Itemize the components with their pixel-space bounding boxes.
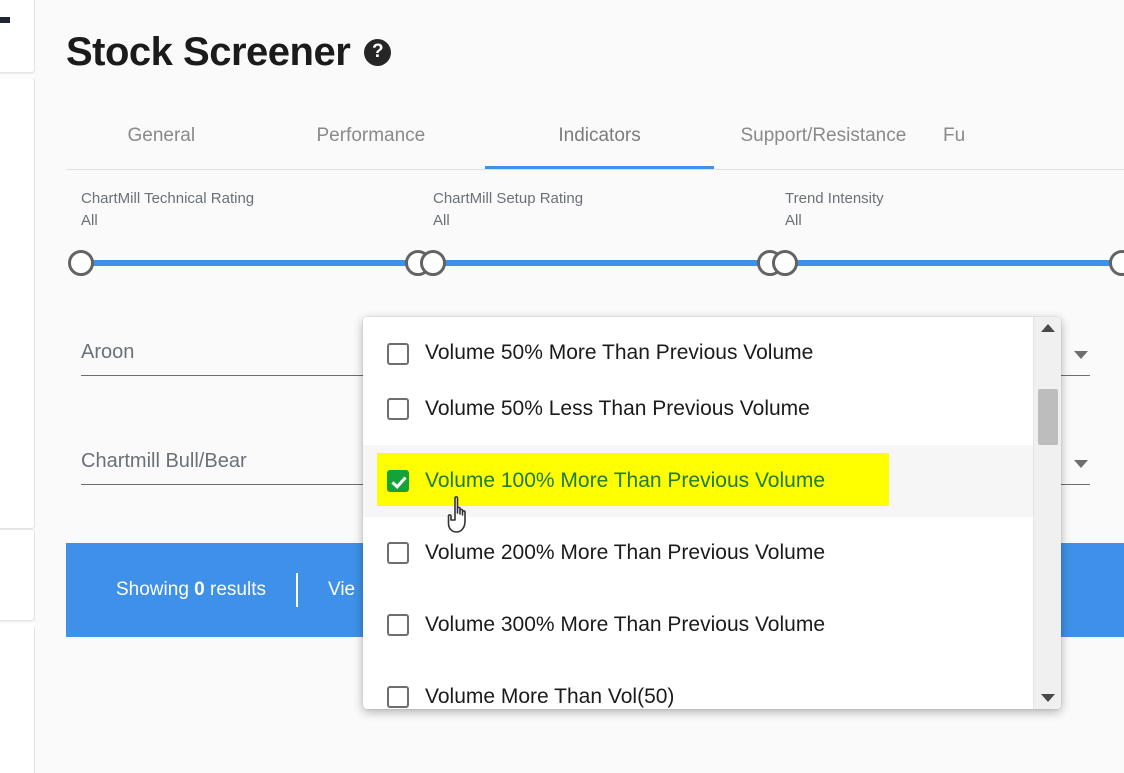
slider-handle-min[interactable]: [420, 250, 446, 276]
slider-label: ChartMill Technical Rating: [81, 190, 255, 207]
tab-general[interactable]: General: [66, 118, 257, 169]
results-count: 0: [194, 579, 205, 600]
dropdown-option[interactable]: Volume 200% More Than Previous Volume: [363, 517, 1033, 589]
slider-chartmill-setup-rating: ChartMill Setup Rating All: [418, 188, 783, 288]
edge-badge-icon: [0, 17, 10, 23]
dropdown-option-label: Volume 50% More Than Previous Volume: [425, 341, 814, 364]
edge-panel-bottom: [0, 530, 35, 620]
slider-handle-max[interactable]: [1109, 250, 1124, 276]
checkbox-unchecked-icon[interactable]: [387, 686, 409, 708]
edge-panel-top: [0, 0, 35, 72]
select-aroon[interactable]: Aroon: [81, 330, 401, 376]
divider: [296, 573, 298, 607]
edge-panel-middle: [0, 78, 35, 528]
slider-chartmill-technical-rating: ChartMill Technical Rating All: [66, 188, 431, 288]
scroll-up-icon[interactable]: [1034, 317, 1061, 339]
showing-suffix: results: [204, 579, 266, 600]
title-row: Stock Screener ?: [66, 30, 392, 74]
dropdown-option[interactable]: Volume 300% More Than Previous Volume: [363, 589, 1033, 661]
slider-label: Trend Intensity: [785, 190, 884, 207]
slider-value: All: [81, 212, 98, 229]
dropdown-option-list: Volume 50% More Than Previous Volume Vol…: [363, 317, 1033, 709]
checkbox-unchecked-icon[interactable]: [387, 343, 409, 365]
slider-value: All: [433, 212, 450, 229]
dropdown-option[interactable]: Volume 50% Less Than Previous Volume: [363, 373, 1033, 445]
dropdown-option-label: Volume 100% More Than Previous Volume: [425, 469, 826, 492]
dropdown-option-label: Volume 200% More Than Previous Volume: [425, 541, 826, 564]
view-link[interactable]: Vie: [328, 579, 355, 601]
tab-support-resistance[interactable]: Support/Resistance: [714, 118, 933, 169]
slider-handle-min[interactable]: [772, 250, 798, 276]
volume-increase-dropdown: Volume 50% More Than Previous Volume Vol…: [363, 317, 1061, 709]
slider-label: ChartMill Setup Rating: [433, 190, 584, 207]
showing-prefix: Showing: [116, 579, 195, 600]
chevron-down-icon-2: [1074, 460, 1088, 468]
app-root: Stock Screener ? General Performance Ind…: [0, 0, 1124, 773]
dropdown-option[interactable]: Volume More Than Vol(50): [363, 661, 1033, 709]
slider-value: All: [785, 212, 802, 229]
page-title: Stock Screener: [66, 30, 351, 74]
select-chartmill-bull-bear-label: Chartmill Bull/Bear: [81, 450, 247, 472]
slider-track[interactable]: [420, 250, 783, 276]
dropdown-option[interactable]: Volume 50% More Than Previous Volume: [363, 317, 1033, 373]
dropdown-scrollbar[interactable]: [1033, 317, 1061, 709]
tab-indicators[interactable]: Indicators: [485, 118, 714, 169]
checkbox-checked-icon[interactable]: [387, 470, 409, 492]
checkbox-unchecked-icon[interactable]: [387, 614, 409, 636]
results-count-text: Showing 0 results: [116, 579, 266, 601]
select-chartmill-bull-bear[interactable]: Chartmill Bull/Bear: [81, 439, 401, 485]
dropdown-option-selected[interactable]: Volume 100% More Than Previous Volume: [363, 445, 1033, 517]
slider-track[interactable]: [68, 250, 431, 276]
scrollbar-thumb[interactable]: [1038, 389, 1058, 445]
slider-trend-intensity: Trend Intensity All: [770, 188, 1124, 288]
select-aroon-label: Aroon: [81, 341, 135, 363]
chevron-down-icon: [1074, 351, 1088, 359]
slider-track[interactable]: [772, 250, 1124, 276]
dropdown-option-label: Volume More Than Vol(50): [425, 685, 675, 708]
slider-handle-min[interactable]: [68, 250, 94, 276]
edge-panel-last: [0, 626, 35, 773]
help-icon[interactable]: ?: [364, 38, 392, 66]
scroll-down-icon[interactable]: [1034, 687, 1061, 709]
dropdown-option-label: Volume 300% More Than Previous Volume: [425, 613, 826, 636]
slider-row: ChartMill Technical Rating All ChartMill…: [66, 188, 1124, 288]
tab-fundamentals[interactable]: Fu: [933, 118, 1124, 169]
dropdown-option-label: Volume 50% Less Than Previous Volume: [425, 397, 810, 420]
checkbox-unchecked-icon[interactable]: [387, 398, 409, 420]
checkbox-unchecked-icon[interactable]: [387, 542, 409, 564]
tab-performance[interactable]: Performance: [257, 118, 486, 169]
tab-bar: General Performance Indicators Support/R…: [66, 118, 1124, 170]
